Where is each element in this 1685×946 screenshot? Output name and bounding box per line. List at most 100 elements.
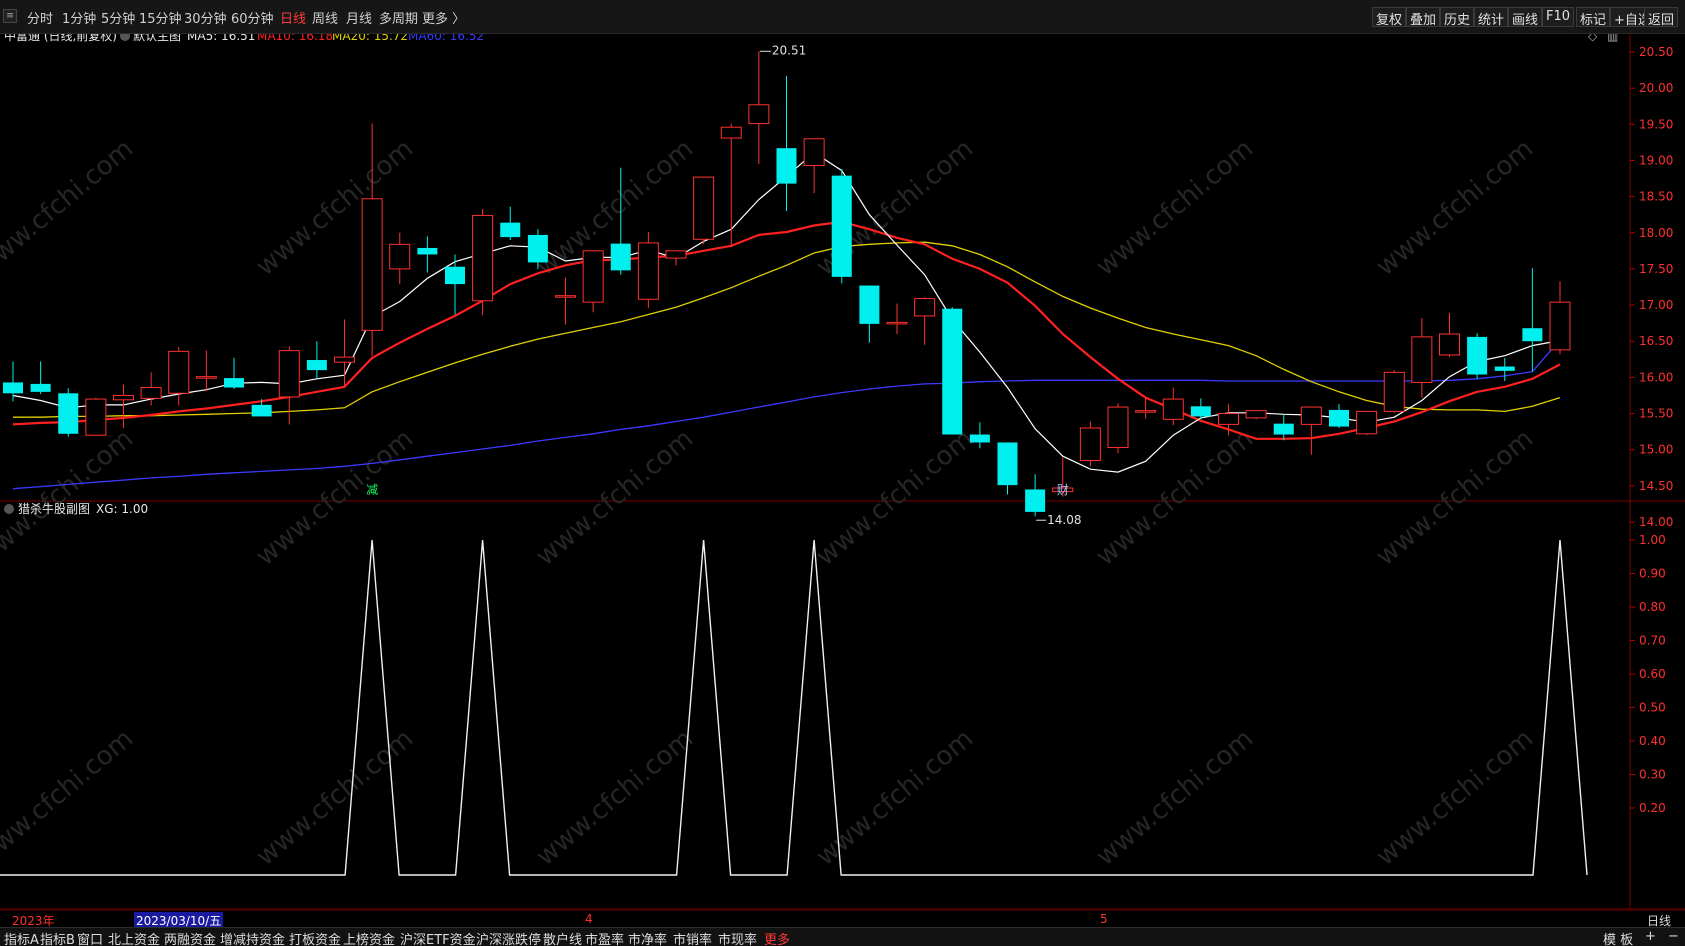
toolbar-button-2[interactable]: 历史 [1440,7,1475,28]
candle-body-up [168,350,190,394]
period-tab-4[interactable]: 30分钟 [184,8,227,27]
indicator-tab-bar: 指标A 指标B 窗口 北上资金 两融资金 增减持资金 打板资金 上榜资金 沪深ETF资金 沪深涨跌… [0,927,1685,946]
chart-canvas[interactable]: www.cfchi.com www.cfchi.com www.cfchi.com w… [0,34,1685,910]
high-price-label: 20.51 [772,43,806,57]
period-tab-0[interactable]: 分时 [27,8,53,27]
price-tick-label: 14.00 [1639,515,1673,529]
price-tick-label: 16.00 [1639,370,1673,384]
month-5-label: 5 [1100,912,1108,926]
period-tab-9[interactable]: 多周期 [379,8,418,27]
xg-tick-label: 0.30 [1639,768,1666,782]
bottom-tab-15[interactable]: 更多 [764,929,790,946]
candle-body-down [1025,489,1046,512]
period-tab-5[interactable]: 60分钟 [231,8,274,27]
ma60-line [12,339,1561,490]
candle-body-down [251,404,272,417]
bottom-tab-11[interactable]: 市盈率 [585,929,624,946]
app-menu-icon[interactable]: ≡ [3,9,17,23]
candle-body-up [1079,427,1101,462]
template-button[interactable]: 模 板 [1603,929,1633,946]
toolbar-button-3[interactable]: 统计 [1474,7,1509,28]
period-tab-10[interactable]: 更多 〉 [422,8,465,27]
candle-body-up [1218,413,1239,425]
candle-body-up [1383,371,1405,412]
xg-tick-label: 0.20 [1639,801,1666,815]
settings-icon: ▥ [1607,34,1618,43]
period-tab-3[interactable]: 15分钟 [139,8,182,27]
bottom-tab-5[interactable]: 增减持资金 [220,929,285,946]
toolbar-button-8[interactable]: 返回 [1644,7,1679,28]
period-tab-1[interactable]: 1分钟 [62,8,96,27]
xg-tick-label: 0.70 [1639,634,1666,648]
candle-body-up [803,138,825,167]
xg-tick-label: 0.60 [1639,667,1666,681]
candle-body-up [361,198,383,331]
candle-body-up [1411,336,1433,383]
bottom-tab-12[interactable]: 市净率 [628,929,667,946]
candle-body-up [1300,406,1322,425]
candle-body-up [85,398,107,436]
ma60-legend: MA60: 16.52 [408,34,484,43]
ma20-legend: MA20: 15.72 [332,34,408,43]
bottom-tab-3[interactable]: 北上资金 [108,929,160,946]
toolbar-button-6[interactable]: 标记 [1576,7,1611,28]
candle-body-down [942,308,963,435]
period-tab-7[interactable]: 周线 [312,8,338,27]
bottom-tab-4[interactable]: 两融资金 [164,929,216,946]
candle-body-up [113,394,134,401]
watermark-text: www.cfchi.com [1371,134,1540,282]
toolbar-button-0[interactable]: 复权 [1372,7,1407,28]
toolbar-button-5[interactable]: F10 [1542,7,1575,27]
price-tick-label: 20.00 [1639,81,1673,95]
candle-body-down [1190,406,1211,417]
bottom-tab-2[interactable]: 窗口 [77,929,103,946]
zoom-in-button[interactable]: + [1645,929,1656,944]
candle-body-down [527,234,548,263]
diamond-icon: ◇ [1588,34,1598,43]
price-tick-label: 15.00 [1639,443,1673,457]
candle-body-down [445,266,465,285]
reduce-marker: 减 [366,483,378,497]
candle-body-up [389,243,411,270]
bottom-tab-8[interactable]: 沪深ETF资金 [400,929,476,946]
candle-body-down [1522,328,1543,342]
candle-body-down [859,285,880,324]
candle-body-down [831,175,852,277]
bottom-tab-7[interactable]: 上榜资金 [343,929,395,946]
zoom-out-button[interactable]: − [1668,929,1679,944]
bottom-tab-13[interactable]: 市销率 [673,929,712,946]
candle-body-down [1467,336,1488,375]
watermark-text: www.cfchi.com [251,424,420,572]
bottom-tab-1[interactable]: 指标B [40,929,75,946]
candle-body-down [3,382,23,394]
price-tick-label: 19.50 [1639,117,1673,131]
bottom-tab-9[interactable]: 沪深涨跌停 [476,929,541,946]
bottom-tab-6[interactable]: 打板资金 [289,929,341,946]
period-tab-2[interactable]: 5分钟 [101,8,135,27]
bottom-tab-14[interactable]: 市现率 [718,929,757,946]
watermark-text: www.cfchi.com [1091,724,1260,872]
price-tick-label: 14.50 [1639,479,1673,493]
candle-body-up [665,250,687,259]
toolbar-button-4[interactable]: 画线 [1508,7,1543,28]
candle-body-up [334,356,355,363]
candle-body-down [1329,409,1349,427]
date-axis: 2023年 2023/03/10/五 4 5 日线 [0,910,1685,929]
candle-body-up [1107,406,1129,449]
kline-chart[interactable]: www.cfchi.com www.cfchi.com www.cfchi.com w… [0,34,1685,910]
watermark-text: www.cfchi.com [1371,724,1540,872]
xg-tick-label: 0.80 [1639,600,1666,614]
candle-body-up [1162,398,1184,420]
xg-tick-label: 0.90 [1639,567,1666,581]
bottom-tab-10[interactable]: 散户线 [543,929,582,946]
ma20-line [13,241,1561,418]
price-tick-label: 18.00 [1639,226,1673,240]
period-tab-8[interactable]: 月线 [346,8,372,27]
candle-body-down [417,247,438,255]
bottom-tab-0[interactable]: 指标A [4,929,39,946]
price-tick-label: 17.50 [1639,262,1673,276]
period-tab-6[interactable]: 日线 [280,8,306,27]
month-4-label: 4 [585,912,593,926]
toolbar-button-1[interactable]: 叠加 [1406,7,1441,28]
price-tick-label: 19.00 [1639,153,1673,167]
